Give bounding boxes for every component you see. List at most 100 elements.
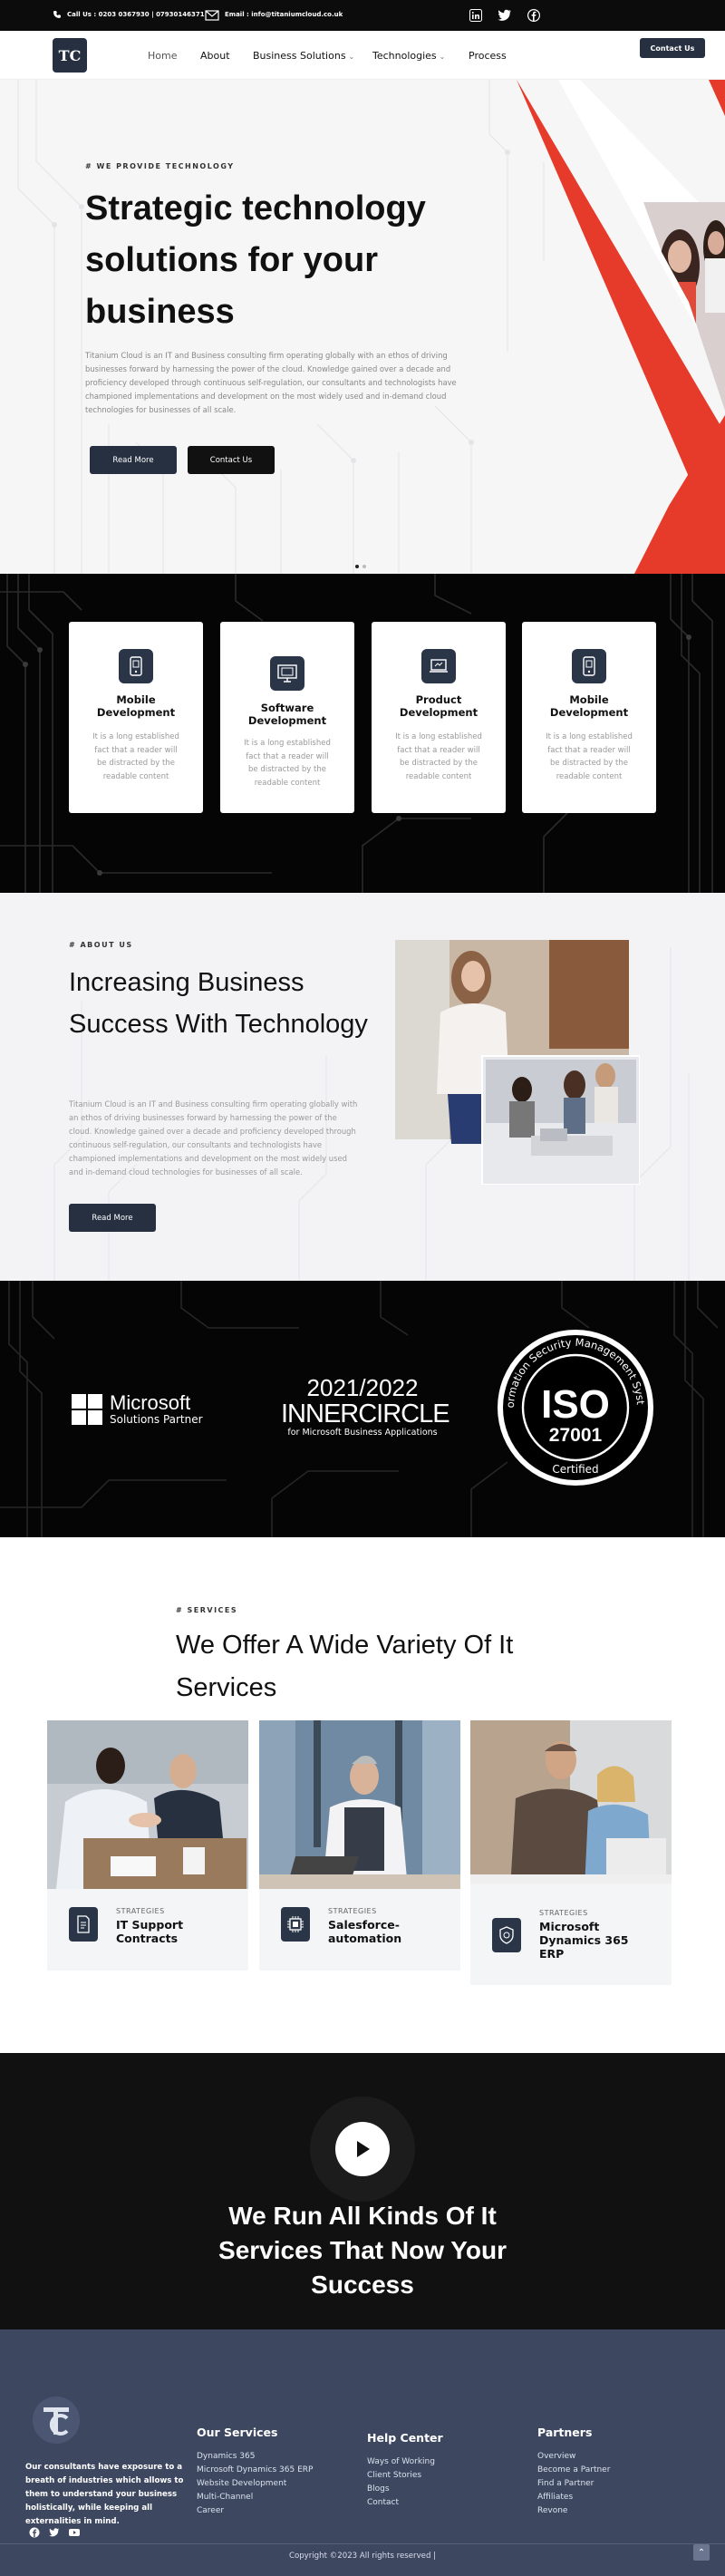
nav-item-process[interactable]: Process [469, 50, 507, 62]
laptop-icon [421, 649, 456, 683]
offer-card-dynamics[interactable]: STRATEGIES Microsoft Dynamics 365 ERP [470, 1884, 672, 1985]
iso-number: 27001 [549, 1425, 603, 1446]
hero-people-image [643, 202, 725, 411]
footer-partners-title: Partners [537, 2426, 593, 2439]
slider-dot[interactable] [362, 565, 366, 568]
footer-link[interactable]: Client Stories [367, 2469, 435, 2483]
phone-contact[interactable]: Call Us : 0203 0367930 | 07930146371 [53, 10, 205, 19]
email-contact[interactable]: Email : info@titaniumcloud.co.uk [205, 8, 343, 21]
nav-item-label: Technologies [372, 49, 437, 62]
footer-link[interactable]: Multi-Channel [197, 2491, 313, 2504]
facebook-icon[interactable] [526, 7, 542, 24]
hero-description: Titanium Cloud is an IT and Business con… [85, 351, 457, 414]
nav-item-about[interactable]: About [200, 50, 230, 62]
hero-title: Strategic technology solutions for your … [85, 189, 426, 331]
innercircle-subtitle: for Microsoft Business Applications [287, 1428, 438, 1438]
footer-about-text: Our consultants have exposure to a breat… [25, 2463, 184, 2526]
microsoft-logo-icon [72, 1394, 102, 1425]
services-cards-section: Mobile Development It is a long establis… [0, 574, 725, 893]
play-video-button[interactable] [335, 2122, 390, 2176]
offer-card-it-support[interactable]: STRATEGIES IT Support Contracts [47, 1889, 248, 1971]
service-card-text: It is a long established fact that a rea… [92, 732, 179, 781]
footer-link[interactable]: Dynamics 365 [197, 2450, 313, 2464]
footer-link[interactable]: Affiliates [537, 2491, 610, 2504]
offer-card-title: Salesforce-automation [328, 1918, 402, 1945]
footer-link[interactable]: Microsoft Dynamics 365 ERP [197, 2464, 313, 2477]
footer-logo-icon[interactable] [31, 2395, 82, 2445]
nav-item-business-solutions[interactable]: Business Solutions ⌄ [253, 50, 354, 62]
slider-dots [355, 565, 366, 568]
footer-link[interactable]: Contact [367, 2496, 435, 2510]
scroll-to-top-button[interactable]: ⌃ [693, 2544, 710, 2561]
site-logo[interactable]: TC [53, 38, 87, 73]
footer-link[interactable]: Ways of Working [367, 2455, 435, 2469]
offer-title: We Offer A Wide Variety Of It Services [176, 1631, 514, 1702]
service-card-text: It is a long established fact that a rea… [546, 732, 633, 781]
iso-certified: Certified [552, 1463, 598, 1476]
service-card-title: Product Development [399, 693, 478, 719]
youtube-icon[interactable] [69, 2527, 80, 2538]
footer-link[interactable]: Website Development [197, 2477, 313, 2491]
offer-card-kicker: STRATEGIES [116, 1907, 165, 1915]
service-card-text: It is a long established fact that a rea… [395, 732, 482, 781]
nav-item-home[interactable]: Home [148, 50, 177, 62]
linkedin-icon[interactable] [468, 7, 484, 24]
chevron-down-icon: ⌄ [439, 52, 446, 61]
twitter-icon[interactable] [497, 7, 513, 24]
about-title: Increasing Business Success With Technol… [69, 968, 368, 1039]
service-card-mobile[interactable]: Mobile Development It is a long establis… [69, 622, 203, 813]
footer-link[interactable]: Career [197, 2504, 313, 2518]
hero-section: # WE PROVIDE TECHNOLOGY Strategic techno… [0, 80, 725, 574]
hero-kicker: # WE PROVIDE TECHNOLOGY [85, 162, 235, 170]
footer-link[interactable]: Find a Partner [537, 2477, 610, 2491]
about-read-more-button[interactable]: Read More [69, 1204, 156, 1232]
about-kicker: # ABOUT US [69, 941, 133, 949]
footer-services-list: Dynamics 365 Microsoft Dynamics 365 ERP … [197, 2450, 313, 2518]
innercircle-years: 2021/2022 [306, 1374, 419, 1401]
hero-contact-button[interactable]: Contact Us [188, 446, 275, 474]
iso-seal-icon: Information Security Management System I… [490, 1318, 653, 1486]
footer-help-title: Help Center [367, 2431, 443, 2445]
top-bar: Call Us : 0203 0367930 | 07930146371 Ema… [0, 0, 725, 31]
about-section: # ABOUT US Increasing Business Success W… [0, 893, 725, 1281]
phone-icon [53, 11, 61, 18]
offer-card-salesforce[interactable]: STRATEGIES Salesforce-automation [259, 1889, 460, 1971]
nav-contact-button[interactable]: Contact Us [640, 38, 705, 58]
video-title: We Run All Kinds Of It Services That Now… [218, 2202, 507, 2299]
play-icon [357, 2141, 370, 2157]
offer-card-title: IT Support Contracts [116, 1918, 184, 1945]
facebook-icon[interactable] [29, 2527, 40, 2538]
service-card-software[interactable]: Software Development It is a long establ… [220, 622, 354, 813]
footer-social-links [29, 2527, 80, 2538]
partner-label: Solutions Partner [110, 1413, 203, 1426]
service-card-mobile-2[interactable]: Mobile Development It is a long establis… [522, 622, 656, 813]
footer-link[interactable]: Overview [537, 2450, 610, 2464]
footer-link[interactable]: Blogs [367, 2483, 435, 2496]
footer-link[interactable]: Become a Partner [537, 2464, 610, 2477]
shield-icon [492, 1918, 521, 1952]
chevron-down-icon: ⌄ [348, 52, 355, 61]
main-navigation: TC Home About Business Solutions ⌄ Techno… [0, 31, 725, 80]
mobile-icon [572, 649, 606, 683]
hero-read-more-button[interactable]: Read More [90, 446, 177, 474]
service-card-title: Software Development [247, 702, 327, 727]
copyright-text: Copyright ©2023 All rights reserved | [288, 2552, 437, 2561]
offer-card-title: Microsoft Dynamics 365 ERP [539, 1920, 629, 1961]
footer-divider [0, 2543, 725, 2544]
about-description: Titanium Cloud is an IT and Business con… [69, 1099, 358, 1177]
slider-dot[interactable] [355, 565, 359, 568]
phone-text: Call Us : 0203 0367930 | 07930146371 [67, 11, 205, 18]
footer-link[interactable]: Revone [537, 2504, 610, 2518]
site-footer: Our consultants have exposure to a breat… [0, 2329, 725, 2576]
innercircle-badge: 2021/2022 INNERCIRCLE for Microsoft Busi… [281, 1374, 450, 1438]
email-text: Email : info@titaniumcloud.co.uk [225, 11, 343, 18]
innercircle-name: INNERCIRCLE [281, 1399, 450, 1428]
monitor-icon [270, 656, 304, 691]
nav-item-technologies[interactable]: Technologies ⌄ [372, 50, 445, 62]
service-card-product[interactable]: Product Development It is a long establi… [372, 622, 506, 813]
twitter-icon[interactable] [49, 2527, 60, 2538]
nav-item-label: Business Solutions [253, 49, 346, 62]
chip-icon [281, 1907, 310, 1942]
service-card-title: Mobile Development [549, 693, 629, 719]
footer-partners-list: Overview Become a Partner Find a Partner… [537, 2450, 610, 2518]
